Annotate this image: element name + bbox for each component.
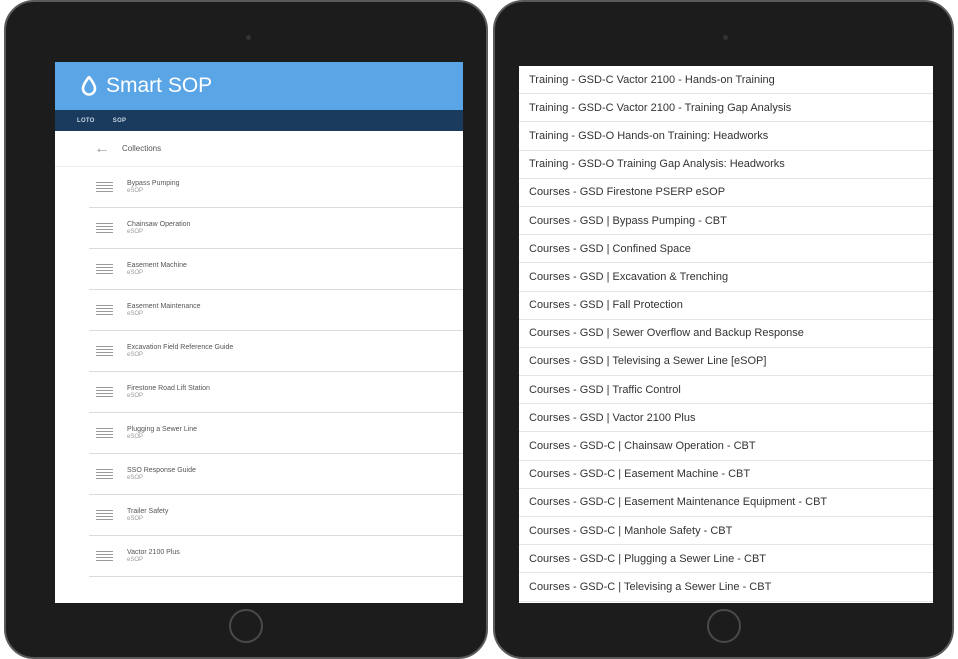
drop-logo-icon [81, 76, 97, 96]
list-item[interactable]: Training - GSD-O Hands-on Training: Head… [519, 122, 933, 151]
list-item[interactable]: Training - GSD-C Vactor 2100 - Hands-on … [519, 66, 933, 95]
item-title: SSO Response Guide [127, 466, 196, 474]
list-item[interactable]: Courses - GSD | Excavation & Trenching [519, 263, 933, 292]
app-title: Smart SOP [106, 74, 213, 97]
tab-sop[interactable]: SOP [113, 118, 127, 124]
list-item[interactable]: SSO Response Guide eSOP [89, 454, 463, 495]
list-icon [96, 305, 113, 315]
back-arrow-icon[interactable]: ← [94, 140, 110, 157]
item-title: Excavation Field Reference Guide [127, 343, 234, 351]
list-item[interactable]: Courses - GSD-C | Easement Maintenance E… [519, 489, 933, 517]
item-subtitle: eSOP [127, 310, 144, 317]
list-item[interactable]: Courses - GSD | Traffic Control [519, 376, 933, 405]
item-title: Easement Maintenance [127, 302, 201, 310]
app-tabs: LOTO SOP [55, 110, 463, 131]
list-icon [96, 428, 113, 438]
item-subtitle: eSOP [127, 187, 144, 194]
list-item[interactable]: Easement Machine eSOP [89, 249, 463, 290]
list-icon [96, 223, 113, 233]
item-title: Plugging a Sewer Line [127, 425, 198, 433]
list-item[interactable]: Courses - GSD | Vactor 2100 Plus [519, 404, 933, 433]
list-item[interactable]: Plugging a Sewer Line eSOP [89, 413, 463, 454]
collection-list: Bypass Pumping eSOP Chainsaw Operation eSO… [89, 167, 463, 577]
list-icon [96, 387, 113, 397]
item-subtitle: eSOP [127, 392, 144, 399]
home-button[interactable] [229, 609, 263, 643]
list-item[interactable]: Courses - GSD | Televising a Sewer Line … [519, 348, 933, 377]
list-item[interactable]: Firestone Road Lift Station eSOP [89, 372, 463, 413]
item-title: Bypass Pumping [127, 179, 180, 187]
app-header: Smart SOP [55, 62, 463, 110]
list-item[interactable]: Courses - GSD Firestone PSERP eSOP [519, 179, 933, 207]
item-subtitle: eSOP [127, 228, 144, 235]
item-subtitle: eSOP [127, 351, 144, 358]
item-subtitle: eSOP [127, 515, 144, 522]
left-tablet-frame: Smart SOP LOTO SOP ← Collections Bypass … [4, 0, 488, 659]
right-tablet-frame: Training - GSD-C Vactor 2100 - Hands-on … [493, 0, 954, 659]
item-subtitle: eSOP [127, 474, 144, 481]
list-icon [96, 551, 113, 561]
list-icon [96, 182, 113, 192]
list-item[interactable]: Chainsaw Operation eSOP [89, 208, 463, 249]
tab-loto[interactable]: LOTO [77, 118, 95, 124]
camera-icon [246, 35, 251, 40]
list-item[interactable]: Trailer Safety eSOP [89, 495, 463, 536]
list-item[interactable]: Easement Maintenance eSOP [89, 290, 463, 331]
list-icon [96, 264, 113, 274]
list-item[interactable]: Courses - GSD-C | Manhole Safety - CBT [519, 517, 933, 546]
right-screen: Training - GSD-C Vactor 2100 - Hands-on … [519, 66, 933, 603]
list-item[interactable]: Vactor 2100 Plus eSOP [89, 536, 463, 577]
list-item[interactable]: Bypass Pumping eSOP [89, 167, 463, 208]
item-subtitle: eSOP [127, 433, 144, 440]
list-item[interactable]: Courses - GSD | Bypass Pumping - CBT [519, 207, 933, 236]
item-title: Vactor 2100 Plus [127, 548, 180, 556]
item-title: Chainsaw Operation [127, 220, 191, 228]
list-item[interactable]: Courses - GSD-C | Plugging a Sewer Line … [519, 545, 933, 574]
home-button[interactable] [707, 609, 741, 643]
list-item[interactable]: Courses - GSD-C | Easement Machine - CBT [519, 461, 933, 489]
item-title: Trailer Safety [127, 507, 169, 515]
camera-icon [723, 35, 728, 40]
list-item[interactable]: Excavation Field Reference Guide eSOP [89, 331, 463, 372]
list-item[interactable]: Courses - GSD | Fall Protection [519, 292, 933, 320]
list-item[interactable]: Training - GSD-O Training Gap Analysis: … [519, 151, 933, 179]
list-item[interactable]: Courses - GSD | Confined Space [519, 235, 933, 264]
list-icon [96, 346, 113, 356]
list-icon [96, 469, 113, 479]
list-item[interactable]: Courses - GSD-C | Chainsaw Operation - C… [519, 432, 933, 461]
item-subtitle: eSOP [127, 269, 144, 276]
collections-bar[interactable]: ← Collections [55, 131, 463, 167]
list-item[interactable]: Training - GSD-C Vactor 2100 - Training … [519, 94, 933, 123]
item-subtitle: eSOP [127, 556, 144, 563]
item-title: Firestone Road Lift Station [127, 384, 210, 392]
list-icon [96, 510, 113, 520]
list-item[interactable]: Courses - GSD-C | Televising a Sewer Lin… [519, 573, 933, 602]
collections-label: Collections [122, 144, 162, 153]
left-screen: Smart SOP LOTO SOP ← Collections Bypass … [55, 62, 463, 603]
item-title: Easement Machine [127, 261, 187, 269]
list-item[interactable]: Courses - GSD | Sewer Overflow and Backu… [519, 320, 933, 348]
